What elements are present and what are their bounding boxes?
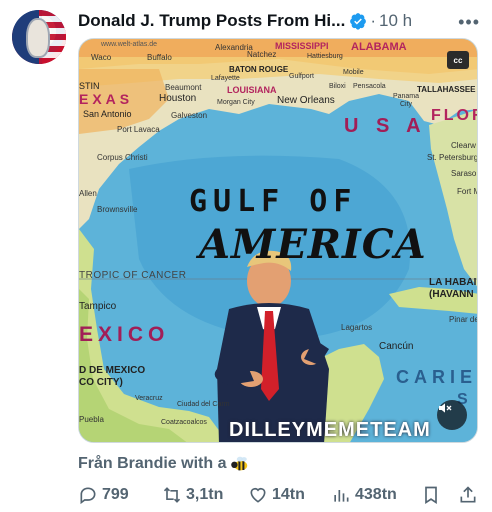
post-header: Donald J. Trump Posts From Hi... · 10 h … [78,10,480,32]
map-label-df: D DE MEXICO [79,365,146,376]
map-label-clearwater: Clearw [451,141,476,150]
captions-icon[interactable]: cc [447,51,469,69]
bookmark-icon [425,486,437,505]
map-label-gulfport: Gulfport [289,73,314,80]
map-label-st-petersburg: St. Petersburg [427,153,478,162]
share-icon [460,486,476,503]
post-time[interactable]: 10 h [379,11,412,31]
map-label-pensacola: Pensacola [353,83,386,90]
map-label-buffalo: Buffalo [147,53,172,62]
video-watermark: DILLEYMEMETEAM [229,419,431,441]
map-label-ciudad-del-carmen: Ciudad del Carm [177,401,230,408]
post-caption: Från Brandie with a [78,455,250,473]
post-actions: 799 3,1tn 14tn 438tn [78,484,480,506]
views-chart-icon [334,490,349,502]
map-label-sarasota: Saraso [451,169,477,178]
map-label-port-lavaca: Port Lavaca [117,125,160,134]
map-tropic-label: TROPIC OF CANCER [79,270,187,281]
map-label-waco: Waco [91,53,112,62]
map-label-corpus-christi: Corpus Christi [97,153,148,162]
map-site-label: www.welt-atlas.de [101,41,158,48]
map-label-puebla: Puebla [79,415,104,424]
map-label-allen: Allen [79,189,97,198]
reply-button[interactable]: 799 [78,485,129,505]
map-label-df-city: CO CITY) [79,377,123,388]
map-label-florida: FLOR [431,107,477,124]
map-label-alabama: ALABAMA [351,41,407,53]
map-label-tallahassee: TALLAHASSEE [417,85,476,94]
speaker-muted-icon [439,403,452,413]
avatar[interactable] [12,10,66,64]
bee-icon [231,456,248,471]
map-label-hattiesburg: Hattiesburg [307,53,343,60]
mute-button[interactable] [437,400,467,430]
map-label-mobile: Mobile [343,69,364,76]
reply-count: 799 [102,486,129,503]
map-country-usa: U S A [344,115,427,137]
map-label-veracruz: Veracruz [135,395,163,402]
share-button[interactable] [458,485,478,505]
repost-count: 3,1tn [186,486,224,503]
map-label-natchez: Natchez [247,50,277,59]
map-label-fort-myers: Fort M [457,187,478,196]
map-label-tampico: Tampico [79,301,117,312]
like-button[interactable]: 14tn [248,485,305,505]
map-label-morgan-city: Morgan City [217,99,255,106]
map-label-baton-rouge: BATON ROUGE [229,65,289,74]
views-count: 438tn [355,486,397,503]
gulf-title-line1: GULF OF [189,184,358,219]
bookmark-button[interactable] [421,485,441,505]
repost-button[interactable]: 3,1tn [162,485,223,505]
map-label-houston: Houston [159,93,197,104]
map-label-stin: STIN [79,81,100,91]
map-country-mexico: EXICO [79,323,170,346]
map-label-cancun: Cancún [379,341,414,352]
map-label-havana: (HAVANN [429,289,474,300]
video-media[interactable]: www.welt-atlas.de Waco Buffalo Alexandri… [78,38,478,443]
reply-icon [80,487,96,505]
map-label-coatzacoalcos: Coatzacoalcos [161,419,207,426]
map-label-lafayette: Lafayette [211,75,240,82]
author-name[interactable]: Donald J. Trump Posts From Hi... [78,11,345,31]
map-label-biloxi: Biloxi [329,83,346,90]
caption-text: Från Brandie with a [78,455,227,472]
map-label-panama-city: Panama City [392,93,420,108]
avatar-statue-face [26,18,50,58]
gulf-title-line2: AMERICA [199,221,427,268]
more-options-icon[interactable]: ••• [458,12,480,33]
map-label-pinar: Pinar del [449,315,478,324]
heart-icon [250,487,266,503]
map-label-brownsville: Brownsville [97,205,138,214]
post-separator: · [370,11,376,30]
map-label-beaumont: Beaumont [165,83,202,92]
map-label-texas: EXAS [79,91,134,107]
map-label-san-antonio: San Antonio [83,109,132,119]
verified-badge-icon [350,13,367,30]
map-label-louisiana: LOUISIANA [227,85,277,95]
map-label-galveston: Galveston [171,111,208,120]
map-label-la-habana: LA HABAI [429,277,477,288]
map-label-mississippi: MISSISSIPPI [275,41,329,51]
views-button[interactable]: 438tn [331,485,397,505]
map-caribbean-label: CARIE [395,367,477,387]
map-label-lagartos: Lagartos [341,323,373,332]
like-count: 14tn [272,486,305,503]
map-label-new-orleans: New Orleans [277,95,335,106]
repost-icon [163,487,181,503]
